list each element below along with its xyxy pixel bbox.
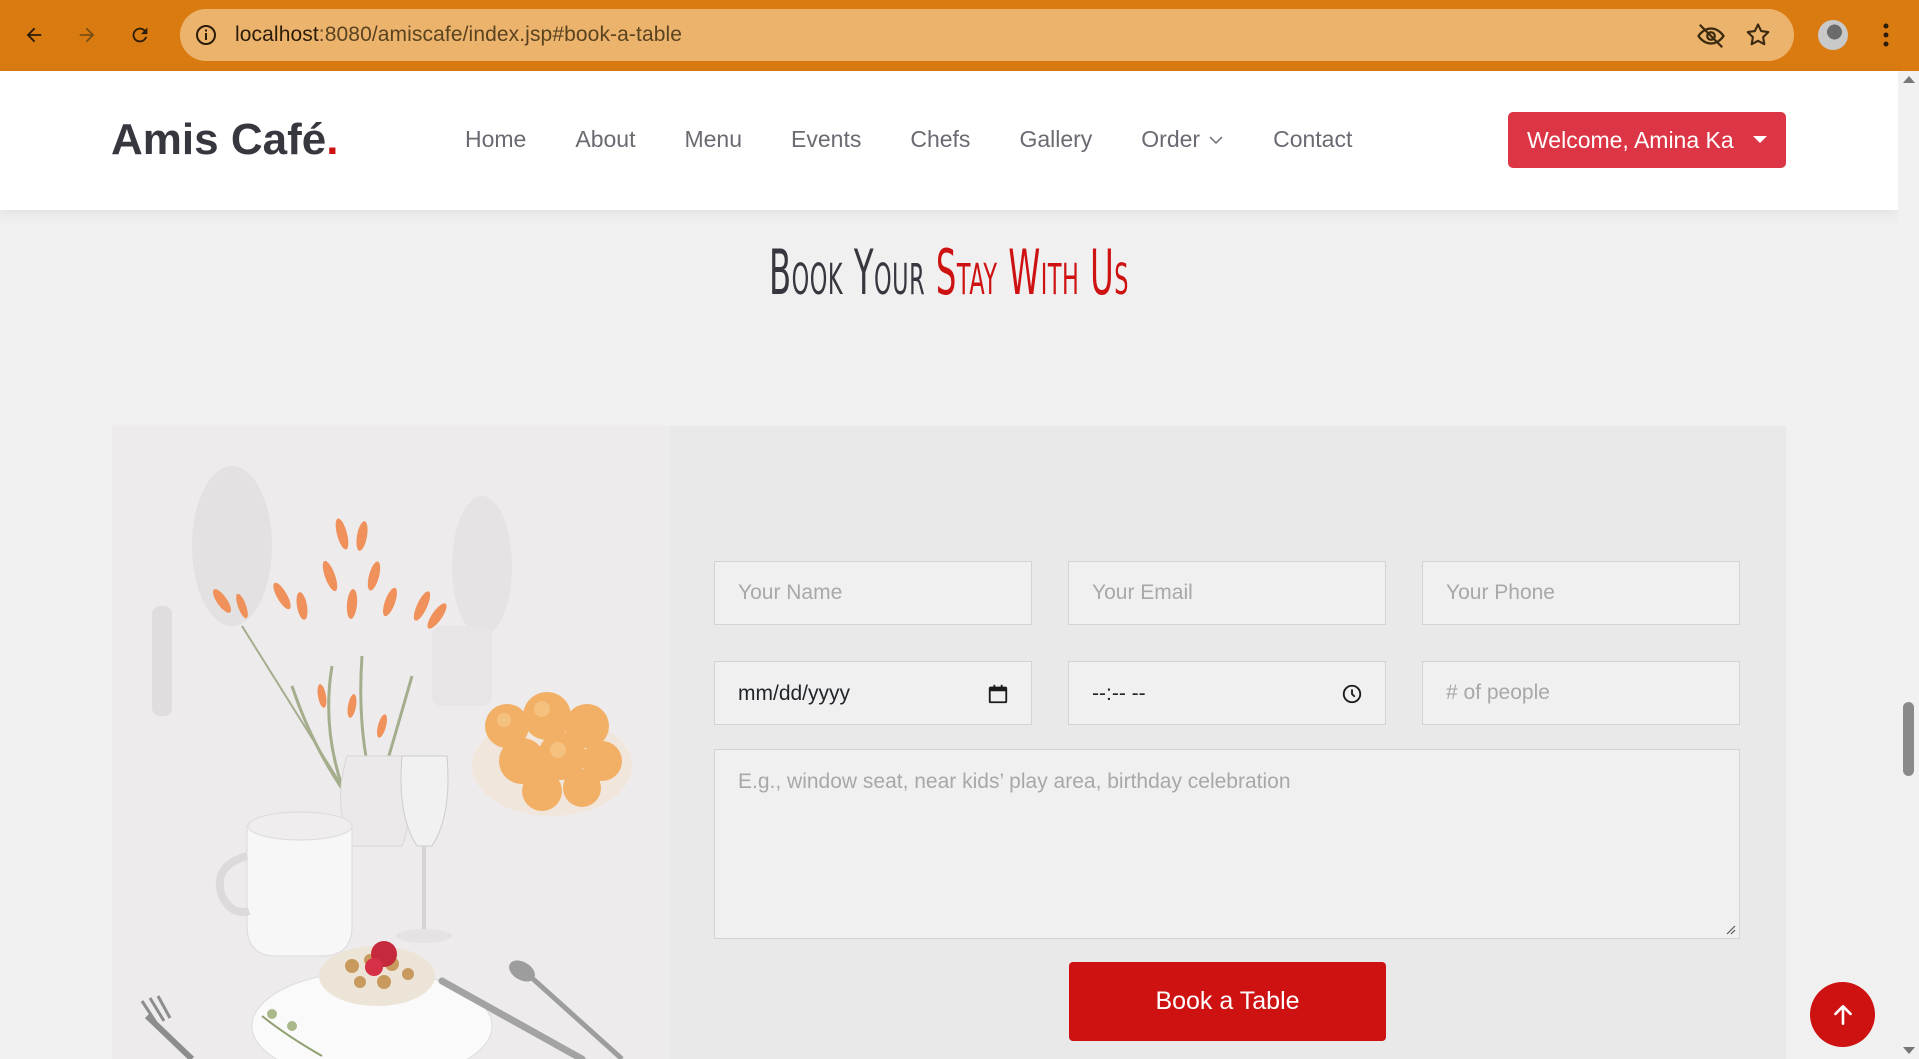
calendar-icon[interactable] <box>987 683 1009 705</box>
nav-order[interactable]: Order <box>1141 126 1224 153</box>
chevron-down-icon <box>1209 135 1223 144</box>
logo-dot: . <box>326 115 339 164</box>
profile-avatar[interactable] <box>1818 20 1848 50</box>
arrow-up-icon <box>1833 1004 1852 1025</box>
name-input[interactable] <box>715 562 1031 624</box>
nav-home[interactable]: Home <box>465 126 526 153</box>
scroll-down-arrow[interactable] <box>1903 1047 1915 1054</box>
back-button[interactable] <box>16 17 52 53</box>
welcome-user-dropdown[interactable]: Welcome, Amina Ka <box>1508 112 1786 168</box>
people-field[interactable] <box>1422 661 1740 725</box>
section-title: Book Your Stay With Us <box>456 236 1443 309</box>
nav-contact[interactable]: Contact <box>1273 126 1352 153</box>
clock-icon[interactable] <box>1341 683 1363 705</box>
message-field[interactable] <box>714 749 1740 939</box>
title-accent: Stay With Us <box>935 236 1129 309</box>
eye-off-icon[interactable] <box>1696 21 1726 51</box>
site-header: Amis Café. Home About Menu Events Chefs … <box>0 71 1898 210</box>
reload-button[interactable] <box>122 17 158 53</box>
book-table-label: Book a Table <box>1155 987 1300 1015</box>
phone-field[interactable] <box>1422 561 1740 625</box>
title-main: Book Your <box>769 236 936 309</box>
site-logo[interactable]: Amis Café. <box>111 115 338 165</box>
logo-text: Amis Café <box>111 115 327 164</box>
time-field[interactable]: --:-- -- <box>1068 661 1386 725</box>
kebab-menu-icon[interactable] <box>1876 20 1896 50</box>
main-nav: Home About Menu Events Chefs Gallery Ord… <box>465 126 1401 153</box>
url-path: :8080/amiscafe/index.jsp#book-a-table <box>318 23 683 46</box>
phone-input[interactable] <box>1423 562 1739 624</box>
reload-icon <box>132 27 148 43</box>
star-icon[interactable] <box>1744 21 1772 49</box>
date-value: mm/dd/yyyy <box>738 682 851 705</box>
time-value: --:-- -- <box>1092 682 1146 705</box>
nav-gallery[interactable]: Gallery <box>1019 126 1092 153</box>
nav-order-label: Order <box>1141 126 1201 152</box>
email-input[interactable] <box>1069 562 1385 624</box>
table-setting-photo <box>112 426 669 1059</box>
date-field[interactable]: mm/dd/yyyy <box>714 661 1032 725</box>
book-table-button[interactable]: Book a Table <box>1069 962 1386 1041</box>
forward-icon <box>79 27 95 43</box>
address-bar[interactable]: localhost:8080/amiscafe/index.jsp#book-a… <box>180 9 1794 61</box>
email-field[interactable] <box>1068 561 1386 625</box>
back-icon <box>26 27 42 43</box>
nav-events[interactable]: Events <box>791 126 861 153</box>
table-setting-illustration <box>112 426 669 1059</box>
forward-button[interactable] <box>69 17 105 53</box>
nav-chefs[interactable]: Chefs <box>910 126 970 153</box>
nav-menu[interactable]: Menu <box>684 126 742 153</box>
resize-grip-icon[interactable] <box>1724 923 1736 935</box>
message-textarea[interactable] <box>715 750 1739 938</box>
url-host: localhost <box>235 23 319 46</box>
url-text[interactable]: localhost:8080/amiscafe/index.jsp#book-a… <box>235 23 682 47</box>
browser-toolbar: localhost:8080/amiscafe/index.jsp#book-a… <box>0 0 1919 71</box>
nav-about[interactable]: About <box>575 126 635 153</box>
scrollbar-thumb[interactable] <box>1903 702 1914 776</box>
caret-down-icon <box>1753 136 1767 143</box>
welcome-label: Welcome, Amina Ka <box>1527 126 1734 153</box>
scroll-up-arrow[interactable] <box>1903 76 1915 83</box>
people-input[interactable] <box>1423 662 1739 724</box>
scroll-top-button[interactable] <box>1810 982 1875 1047</box>
info-icon[interactable] <box>194 23 218 47</box>
name-field[interactable] <box>714 561 1032 625</box>
page-scrollbar[interactable] <box>1898 71 1919 1059</box>
